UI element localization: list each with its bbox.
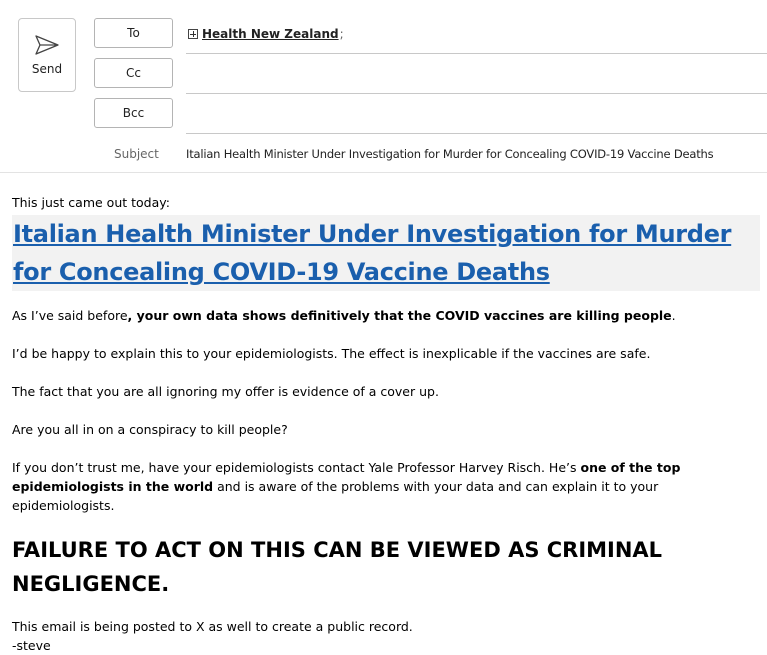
bcc-field[interactable]: [186, 133, 767, 134]
send-label: Send: [31, 62, 63, 76]
cc-field[interactable]: [186, 93, 767, 94]
bcc-button[interactable]: Bcc: [94, 98, 173, 128]
subject-field[interactable]: Italian Health Minister Under Investigat…: [186, 147, 714, 161]
p1-end: .: [671, 308, 676, 323]
intro-text: This just came out today:: [12, 195, 170, 210]
recipient-chip[interactable]: Health New Zealand: [202, 27, 339, 41]
header-divider: [0, 172, 767, 173]
recipient-separator: ;: [339, 27, 344, 41]
signature: -steve: [12, 638, 51, 653]
paragraph-2: I’d be happy to explain this to your epi…: [12, 346, 651, 361]
paragraph-5: If you don’t trust me, have your epidemi…: [12, 458, 760, 515]
to-field-underline: [186, 53, 767, 54]
send-button[interactable]: Send: [18, 18, 76, 92]
message-body[interactable]: This just came out today: Italian Health…: [12, 193, 760, 655]
p1-bold: , your own data shows definitively that …: [127, 308, 672, 323]
paragraph-4: Are you all in on a conspiracy to kill p…: [12, 422, 288, 437]
expand-group-icon[interactable]: [188, 29, 198, 39]
warning-heading: FAILURE TO ACT ON THIS CAN BE VIEWED AS …: [12, 538, 663, 596]
paragraph-1: As I’ve said before, your own data shows…: [12, 306, 760, 325]
p5-text: If you don’t trust me, have your epidemi…: [12, 460, 581, 475]
closing-text: This email is being posted to X as well …: [12, 619, 413, 634]
subject-label: Subject: [114, 147, 159, 161]
to-button[interactable]: To: [94, 18, 173, 48]
to-field[interactable]: Health New Zealand ;: [188, 27, 344, 41]
p1-text: As I’ve said before: [12, 308, 128, 323]
send-icon: [34, 34, 60, 56]
headline-link[interactable]: Italian Health Minister Under Investigat…: [12, 215, 760, 291]
paragraph-3: The fact that you are all ignoring my of…: [12, 384, 439, 399]
cc-button[interactable]: Cc: [94, 58, 173, 88]
